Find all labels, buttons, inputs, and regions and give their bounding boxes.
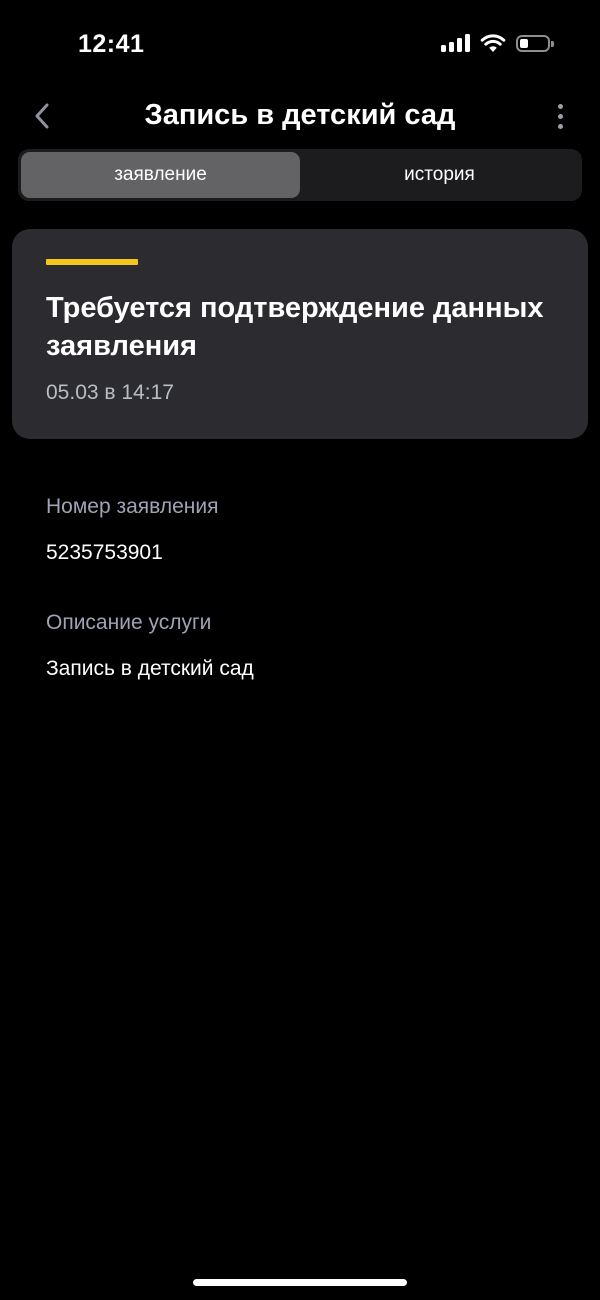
battery-level — [520, 38, 528, 48]
service-description-value: Запись в детский сад — [46, 657, 254, 680]
battery-icon — [516, 34, 554, 52]
status-time: 12:41 — [78, 30, 145, 58]
status-title: Требуется подтверждение данных заявления — [46, 292, 544, 362]
application-number-label: Номер заявления — [46, 495, 219, 518]
wifi-icon — [480, 34, 506, 52]
tab-switcher: заявление история — [18, 149, 582, 201]
nav-bar: Запись в детский сад — [0, 88, 600, 144]
status-icons — [441, 33, 554, 53]
tab-application[interactable]: заявление — [21, 152, 300, 198]
service-description-label: Описание услуги — [46, 611, 212, 634]
status-date: 05.03 в 14:17 — [46, 381, 174, 404]
page-title: Запись в детский сад — [144, 99, 456, 131]
more-vertical-icon — [557, 103, 563, 109]
application-number-value: 5235753901 — [46, 541, 163, 564]
status-accent-bar — [46, 259, 138, 265]
more-options-button[interactable] — [542, 98, 578, 134]
cellular-signal-icon — [441, 34, 470, 52]
home-indicator — [193, 1279, 407, 1286]
status-card[interactable]: Требуется подтверждение данных заявления… — [12, 229, 588, 439]
status-bar: 12:41 — [0, 0, 600, 90]
tab-history[interactable]: история — [300, 152, 579, 198]
